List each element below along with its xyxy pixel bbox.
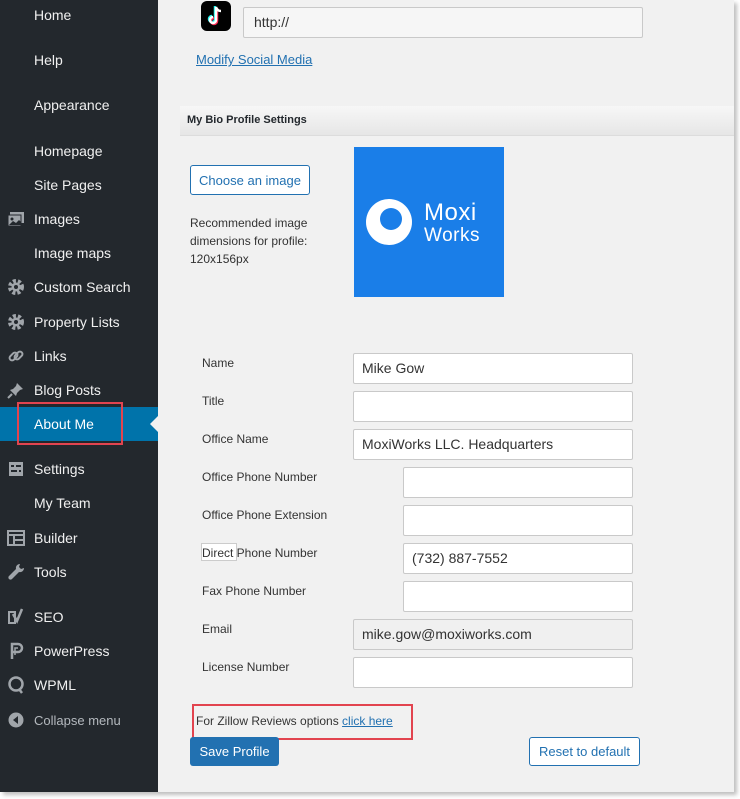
modify-social-media-link[interactable]: Modify Social Media [196,52,312,67]
sidebar-item-help[interactable]: Help [0,43,158,77]
sidebar-item-builder[interactable]: Builder [0,521,158,555]
sidebar-item-property-lists[interactable]: Property Lists [0,305,158,339]
sidebar-item-label: My Team [34,495,91,511]
sidebar-item-images[interactable]: Images [0,202,158,236]
tiktok-icon [201,1,231,31]
office-extension-label: Office Phone Extension [202,508,328,522]
sidebar-item-label: PowerPress [34,643,110,659]
logo-text-line2: Works [424,225,480,246]
sidebar-item-site-pages[interactable]: Site Pages [0,168,158,202]
fax-phone-label: Fax Phone Number [202,584,307,598]
sidebar-item-seo[interactable]: SEO [0,600,158,634]
builder-grid-icon [6,528,26,548]
sidebar-item-label: About Me [34,416,94,432]
moxi-logo-mark [366,199,412,245]
images-icon [6,209,26,229]
office-extension-input[interactable] [403,505,633,536]
save-profile-button[interactable]: Save Profile [190,737,279,766]
sidebar-item-label: WPML [34,677,76,693]
email-label: Email [202,622,233,636]
email-field: mike.gow@moxiworks.com [353,619,633,650]
direct-phone-label: Direct Phone Number [202,546,318,560]
profile-image-moxiworks-logo: Moxi Works [354,147,504,297]
settings-sliders-icon [6,459,26,479]
sidebar-item-label: Image maps [34,245,112,261]
sidebar-item-label: Collapse menu [34,712,121,728]
sidebar-item-label: Appearance [34,97,110,113]
sidebar-item-homepage[interactable]: Homepage [0,134,158,168]
wrench-icon [6,562,26,582]
zillow-reviews-prefix: For Zillow Reviews options [196,714,343,728]
sidebar-item-about-me[interactable]: About Me [0,407,158,441]
sidebar-item-label: Home [34,7,72,23]
collapse-arrow-icon [6,710,26,730]
zillow-reviews-text: For Zillow Reviews options click here [196,714,393,728]
sidebar-item-label: Tools [34,564,67,580]
sidebar-item-custom-search[interactable]: Custom Search [0,270,158,304]
sidebar-item-label: Builder [34,530,78,546]
sidebar-item-label: SEO [34,609,64,625]
sidebar-item-label: Links [34,348,67,364]
sidebar-item-appearance[interactable]: Appearance [0,88,158,122]
title-input[interactable] [353,391,633,422]
sidebar-item-powerpress[interactable]: PowerPress [0,634,158,668]
image-recommendation-text: Recommended image dimensions for profile… [190,216,308,266]
wpml-icon [6,675,26,695]
powerpress-icon [6,641,26,661]
sidebar-item-links[interactable]: Links [0,339,158,373]
gear-icon [6,277,26,297]
reset-to-default-button[interactable]: Reset to default [529,737,640,766]
license-number-input[interactable] [353,657,633,688]
sidebar-item-tools[interactable]: Tools [0,555,158,589]
link-icon [6,346,26,366]
pin-icon [6,380,26,400]
sidebar-item-image-maps[interactable]: Image maps [0,236,158,270]
fax-phone-input[interactable] [403,581,633,612]
sidebar-item-label: Blog Posts [34,382,101,398]
main-content: http:// Modify Social Media My Bio Profi… [158,0,734,792]
office-name-input[interactable]: MoxiWorks LLC. Headquarters [353,429,633,460]
office-phone-input[interactable] [403,467,633,498]
title-label: Title [202,394,225,408]
sidebar-item-label: Images [34,211,80,227]
office-phone-label: Office Phone Number [202,470,318,484]
name-input[interactable]: Mike Gow [353,353,633,384]
license-number-label: License Number [202,660,290,674]
admin-sidebar: Home Help Appearance Homepage Site Pages… [0,0,158,792]
zillow-click-here-link[interactable]: click here [342,714,393,728]
sidebar-item-settings[interactable]: Settings [0,452,158,486]
sidebar-item-label: Site Pages [34,177,102,193]
logo-text-line1: Moxi [424,199,477,226]
sidebar-item-home[interactable]: Home [0,0,158,32]
choose-image-button[interactable]: Choose an image [190,165,310,195]
sidebar-item-wpml[interactable]: WPML [0,668,158,702]
sidebar-item-label: Property Lists [34,314,120,330]
tiktok-url-input[interactable]: http:// [243,7,643,38]
direct-phone-input[interactable]: (732) 887-7552 [403,543,633,574]
sidebar-item-label: Help [34,52,63,68]
name-label: Name [202,356,235,370]
sidebar-item-label: Settings [34,461,85,477]
yoast-seo-icon [6,607,26,627]
gear-icon [6,312,26,332]
collapse-menu-button[interactable]: Collapse menu [0,703,158,737]
office-name-label: Office Name [202,432,269,446]
bio-section-header: My Bio Profile Settings [180,106,734,136]
page-frame: Home Help Appearance Homepage Site Pages… [0,0,734,792]
sidebar-item-label: Homepage [34,143,103,159]
sidebar-item-label: Custom Search [34,279,131,295]
sidebar-item-my-team[interactable]: My Team [0,486,158,520]
sidebar-item-blog-posts[interactable]: Blog Posts [0,373,158,407]
